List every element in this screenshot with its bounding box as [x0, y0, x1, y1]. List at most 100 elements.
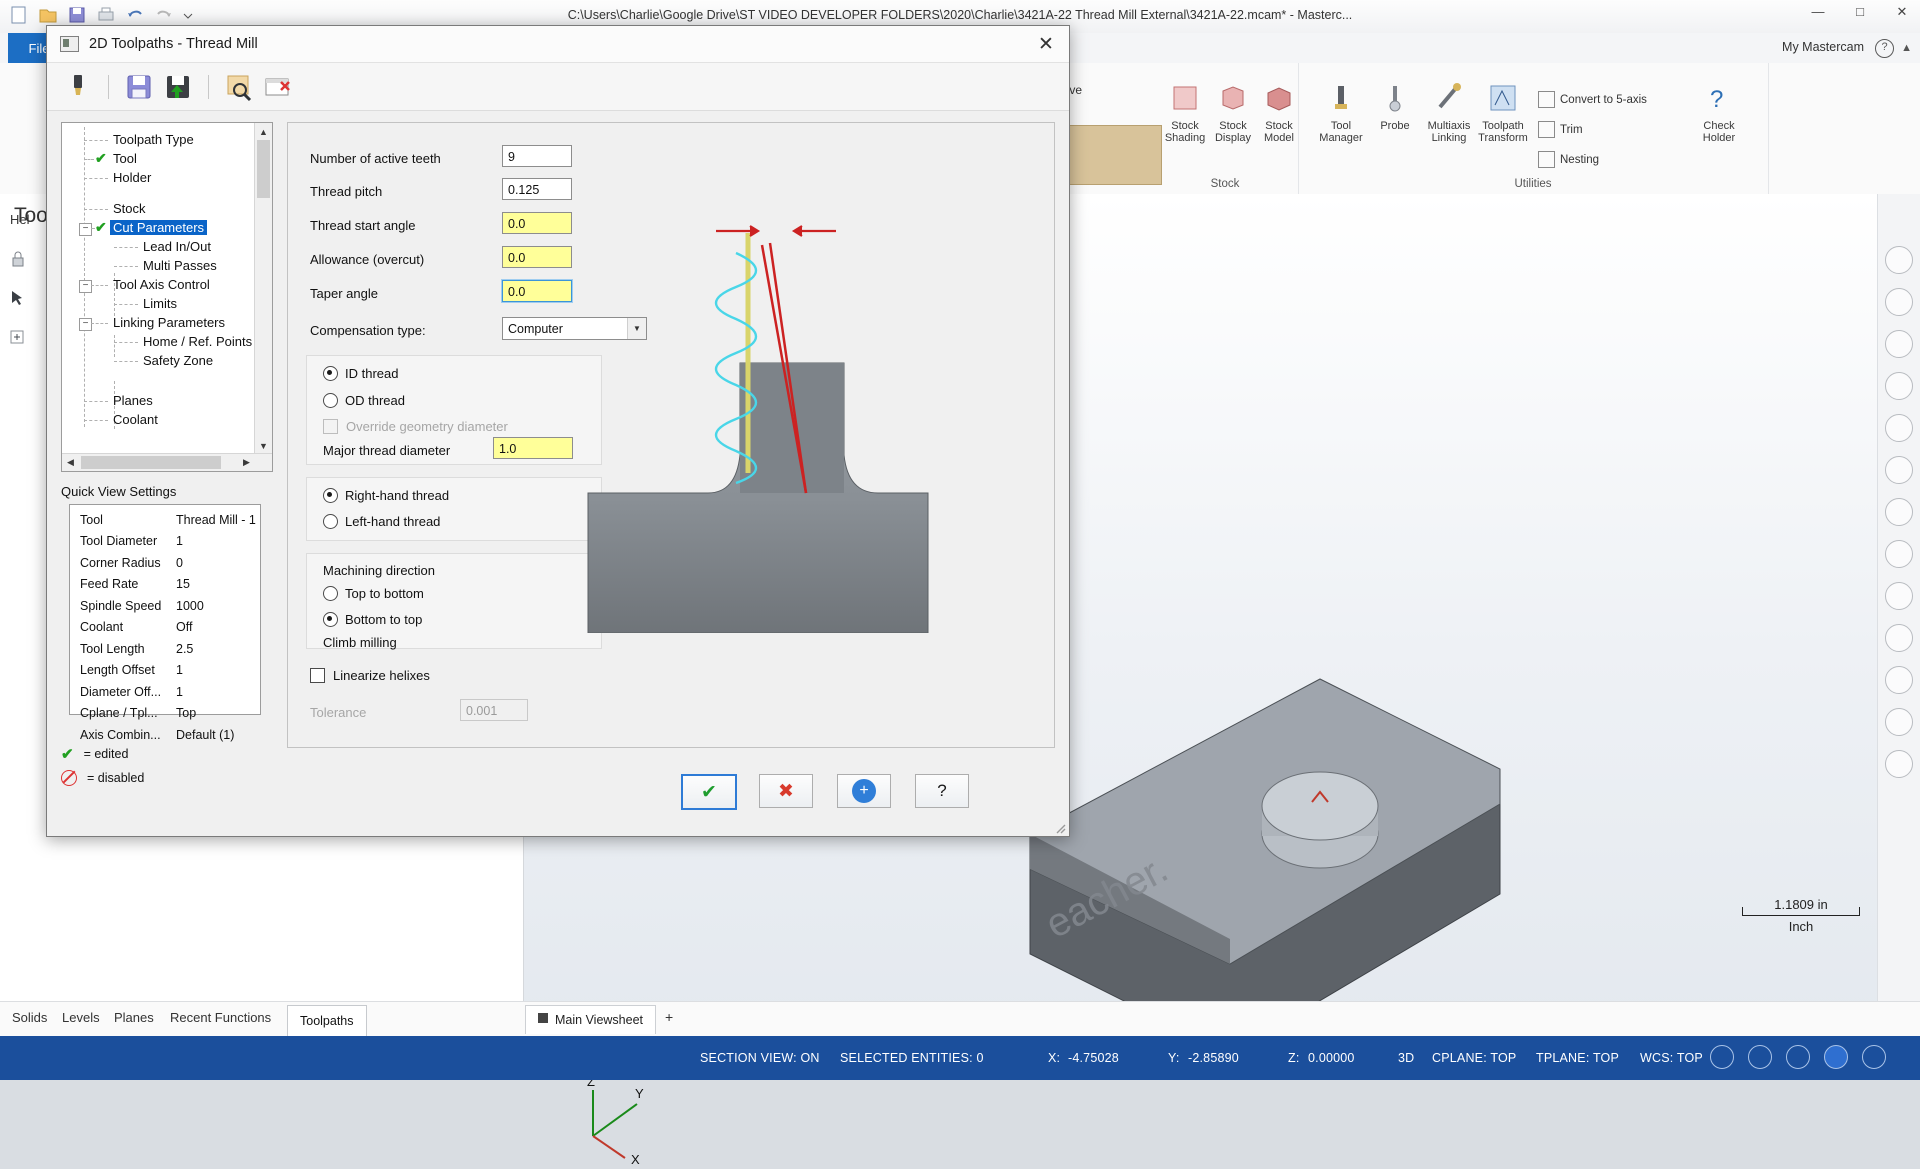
isometric-view-icon[interactable]	[1885, 414, 1913, 442]
radio-od-thread[interactable]: OD thread	[323, 393, 405, 408]
side-view-icon[interactable]	[1885, 540, 1913, 568]
apply-button[interactable]: +	[837, 774, 891, 808]
tree-item-toolpath-type[interactable]: Toolpath Type	[110, 130, 197, 149]
active-teeth-input[interactable]: 9	[502, 145, 572, 167]
fit-icon[interactable]	[1885, 288, 1913, 316]
thread-mill-dialog[interactable]: 2D Toolpaths - Thread Mill ✕ Toolpath Ty…	[46, 25, 1070, 837]
tree-collapse-toggle[interactable]: −	[79, 318, 92, 331]
close-button[interactable]: ✕	[1890, 4, 1914, 20]
tree-item-tool[interactable]: Tool	[110, 149, 140, 168]
radio-bottom-to-top[interactable]: Bottom to top	[323, 612, 422, 627]
front-view-icon[interactable]	[1885, 498, 1913, 526]
preview-icon[interactable]	[224, 72, 254, 102]
bottom-tab-levels[interactable]: Levels	[62, 1010, 100, 1025]
qat-chevron-down-icon[interactable]	[182, 4, 204, 26]
settings-tree[interactable]: Toolpath Type Tool ✔ Holder Stock Cut Pa…	[61, 122, 273, 472]
section-view-icon[interactable]	[1885, 666, 1913, 694]
tree-item-home-ref-points[interactable]: Home / Ref. Points	[140, 332, 255, 351]
scroll-up-icon[interactable]: ▲	[255, 123, 272, 140]
pan-icon[interactable]	[1885, 372, 1913, 400]
save-icon[interactable]	[124, 72, 154, 102]
redo-icon[interactable]	[153, 4, 175, 26]
tree-item-multi-passes[interactable]: Multi Passes	[140, 256, 220, 275]
ribbon-button-convert-5axis[interactable]: Convert to 5-axis	[1538, 91, 1647, 108]
clear-icon[interactable]	[263, 72, 293, 102]
ribbon-collapse-icon[interactable]: ▲	[1901, 42, 1912, 54]
print-icon[interactable]	[95, 4, 117, 26]
tree-item-cut-parameters[interactable]: Cut Parameters	[110, 218, 208, 237]
bottom-tab-solids[interactable]: Solids	[12, 1010, 47, 1025]
tree-collapse-toggle[interactable]: −	[79, 280, 92, 293]
no-entry-icon[interactable]	[1885, 708, 1913, 736]
rotate-icon[interactable]	[1885, 330, 1913, 358]
ribbon-button-nesting[interactable]: Nesting	[1538, 151, 1599, 168]
status-tplane[interactable]: TPLANE: TOP	[1536, 1051, 1619, 1065]
ok-button[interactable]: ✔	[681, 774, 737, 810]
bottom-tabbar[interactable]: Solids Levels Planes Recent Functions To…	[0, 1001, 1920, 1037]
radio-top-to-bottom[interactable]: Top to bottom	[323, 586, 424, 601]
quick-access-toolbar[interactable]	[8, 4, 204, 26]
tree-item-stock[interactable]: Stock	[110, 199, 149, 218]
tree-item-linking-parameters[interactable]: Linking Parameters	[110, 313, 228, 332]
tree-vertical-scrollbar[interactable]: ▲ ▼	[254, 123, 272, 454]
expand-icon[interactable]	[8, 327, 28, 352]
dialog-toolbar[interactable]	[47, 63, 1069, 111]
wireframe-icon[interactable]	[1885, 582, 1913, 610]
tree-item-safety-zone[interactable]: Safety Zone	[140, 351, 216, 370]
tool-settings-icon[interactable]	[63, 72, 93, 102]
status-mode[interactable]: 3D	[1398, 1051, 1414, 1065]
viewsheet-tab[interactable]: Main Viewsheet	[525, 1005, 657, 1034]
viewsheet-add-button[interactable]: +	[665, 1009, 673, 1025]
tree-item-lead-in-out[interactable]: Lead In/Out	[140, 237, 214, 256]
bottom-tab-recent-functions[interactable]: Recent Functions	[170, 1010, 271, 1025]
minimize-button[interactable]: —	[1806, 4, 1830, 20]
tree-item-tool-axis-control[interactable]: Tool Axis Control	[110, 275, 213, 294]
status-wcs[interactable]: WCS: TOP	[1640, 1051, 1703, 1065]
new-file-icon[interactable]	[8, 4, 30, 26]
shaded-icon[interactable]	[1885, 624, 1913, 652]
open-folder-icon[interactable]	[37, 4, 59, 26]
ribbon-button-trim[interactable]: Trim	[1538, 121, 1583, 138]
scroll-down-icon[interactable]: ▼	[255, 437, 272, 454]
bottom-tab-toolpaths[interactable]: Toolpaths	[287, 1005, 367, 1037]
tree-item-limits[interactable]: Limits	[140, 294, 180, 313]
tree-collapse-toggle[interactable]: −	[79, 223, 92, 236]
ribbon-button-tool-manager[interactable]: Tool Manager	[1310, 81, 1372, 144]
scroll-left-icon[interactable]: ◀	[62, 454, 79, 471]
top-view-icon[interactable]	[1885, 456, 1913, 484]
ribbon-button-check-holder[interactable]: ? Check Holder	[1688, 81, 1750, 144]
tree-item-coolant[interactable]: Coolant	[110, 410, 161, 429]
radio-left-hand-thread[interactable]: Left-hand thread	[323, 514, 440, 529]
zoom-in-icon[interactable]	[1885, 246, 1913, 274]
dialog-close-button[interactable]: ✕	[1023, 26, 1069, 62]
window-controls[interactable]: — □ ✕	[1806, 4, 1914, 20]
tree-horizontal-scrollbar[interactable]: ◀ ▶	[62, 453, 272, 471]
resize-grip[interactable]	[1054, 821, 1066, 834]
linearize-helixes-checkbox[interactable]: Linearize helixes	[310, 668, 430, 683]
tree-item-planes[interactable]: Planes	[110, 391, 156, 410]
bottom-tab-planes[interactable]: Planes	[114, 1010, 154, 1025]
radio-id-thread[interactable]: ID thread	[323, 366, 398, 381]
toolpaths-pane-toolbar[interactable]	[8, 249, 28, 352]
scroll-thumb[interactable]	[81, 456, 221, 469]
scroll-thumb[interactable]	[257, 140, 270, 198]
undo-icon[interactable]	[124, 4, 146, 26]
cancel-button[interactable]: ✖	[759, 774, 813, 808]
lock-icon[interactable]	[8, 249, 28, 274]
ribbon-button-probe[interactable]: Probe	[1364, 81, 1426, 132]
save-icon[interactable]	[66, 4, 88, 26]
save-as-defaults-icon[interactable]	[163, 72, 193, 102]
status-cplane[interactable]: CPLANE: TOP	[1432, 1051, 1516, 1065]
maximize-button[interactable]: □	[1848, 4, 1872, 20]
help-button[interactable]: ?	[915, 774, 969, 808]
scroll-right-icon[interactable]: ▶	[238, 454, 255, 471]
settings-icon[interactable]	[1885, 750, 1913, 778]
view-toolbar-right[interactable]	[1877, 194, 1920, 1076]
select-all-icon[interactable]	[8, 288, 28, 313]
help-icon[interactable]: ?	[1875, 39, 1894, 58]
radio-right-hand-thread[interactable]: Right-hand thread	[323, 488, 449, 503]
my-mastercam-label[interactable]: My Mastercam	[1782, 40, 1864, 54]
help-menu-label[interactable]: Hel	[10, 212, 30, 227]
tree-item-holder[interactable]: Holder	[110, 168, 154, 187]
ribbon-button-toolpath-transform[interactable]: Toolpath Transform	[1472, 81, 1534, 144]
